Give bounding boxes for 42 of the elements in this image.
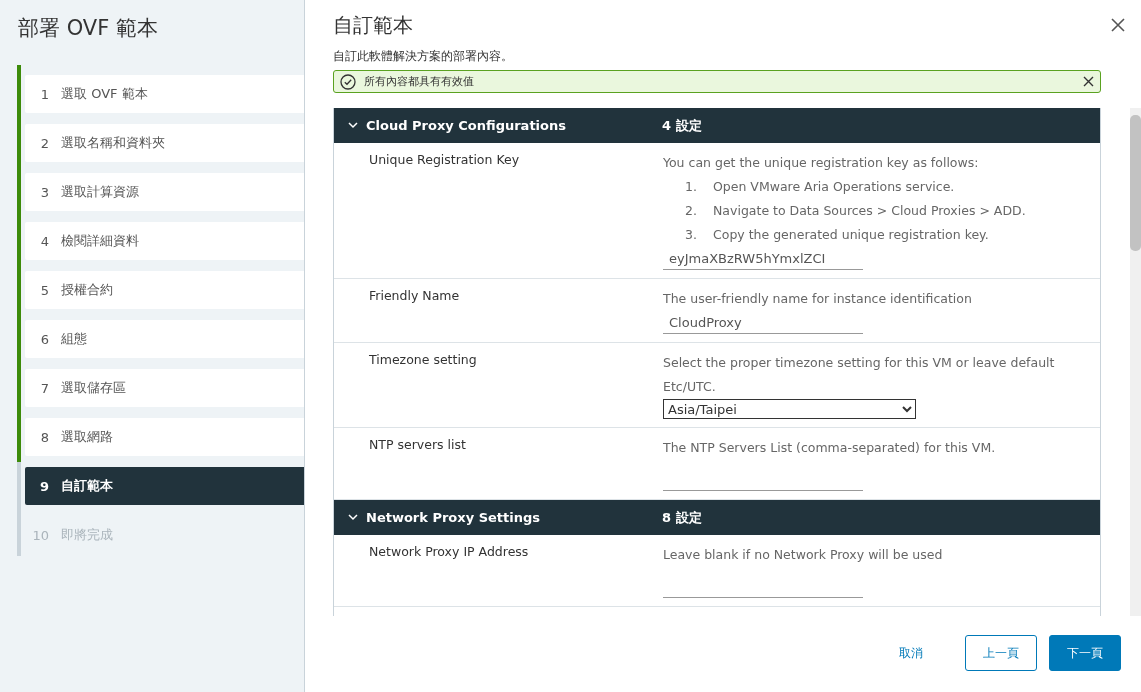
property-description: Select the proper timezone setting for this VM or leave default Etc/UTC.	[663, 354, 1056, 396]
cancel-button[interactable]: 取消	[889, 635, 933, 671]
dropdown-field[interactable]: Asia/Taipei	[663, 399, 916, 419]
instruction-step: 2. Navigate to Data Sources > Cloud Proxies > ADD.	[663, 199, 1083, 223]
wizard-step[interactable]: 8 選取網路	[25, 418, 304, 456]
back-button[interactable]: 上一頁	[965, 635, 1037, 671]
instruction-step: 3. Copy the generated unique registration key.	[663, 223, 1083, 247]
property-description: Leave blank if no Network Proxy will be used	[663, 546, 944, 564]
chevron-icon	[348, 122, 358, 129]
wizard-step[interactable]: 1 選取 OVF 範本	[25, 75, 304, 113]
close-icon[interactable]	[1111, 18, 1125, 32]
scrollbar-thumb[interactable]	[1130, 115, 1141, 251]
property-label: Friendly Name	[368, 287, 461, 305]
property-label: NTP servers list	[368, 436, 467, 454]
alert-text: 所有內容都具有有效值	[364, 74, 474, 89]
next-button[interactable]: 下一頁	[1049, 635, 1121, 671]
section-header[interactable]: Network Proxy Settings 8 設定	[334, 500, 1100, 535]
page-title: 自訂範本	[333, 11, 413, 39]
wizard-title: 部署 OVF 範本	[17, 15, 159, 42]
section-header[interactable]: Cloud Proxy Configurations 4 設定	[334, 108, 1100, 143]
wizard-step[interactable]: 4 檢閱詳細資料	[25, 222, 304, 260]
property-description: The NTP Servers List (comma-separated) for this VM.	[663, 439, 997, 457]
property-description: You can get the unique registration key as follows:	[663, 154, 980, 172]
property-description: The user-friendly name for instance identification	[663, 290, 973, 308]
page-subtitle: 自訂此軟體解決方案的部署內容。	[333, 48, 514, 65]
wizard-step[interactable]: 5 授權合約	[25, 271, 304, 309]
wizard-step[interactable]: 9 自訂範本	[25, 467, 304, 505]
instruction-step: 1. Open VMware Aria Operations service.	[663, 175, 1083, 199]
settings-count: 4 設定	[662, 116, 702, 135]
check-circle-icon	[340, 73, 356, 90]
property-label: Network Proxy IP Address	[368, 543, 530, 561]
wizard-step[interactable]: 7 選取儲存區	[25, 369, 304, 407]
close-icon[interactable]	[1083, 76, 1094, 87]
settings-count: 8 設定	[662, 508, 702, 527]
chevron-icon	[348, 514, 358, 521]
text-field[interactable]: eyJmaXBzRW5hYmxlZCI	[663, 247, 863, 270]
property-label: Unique Registration Key	[368, 151, 521, 169]
wizard-step[interactable]: 3 選取計算資源	[25, 173, 304, 211]
wizard-step[interactable]: 2 選取名稱和資料夾	[25, 124, 304, 162]
property-label: Timezone setting	[368, 351, 478, 369]
wizard-step[interactable]: 6 組態	[25, 320, 304, 358]
text-field[interactable]: CloudProxy	[663, 311, 863, 334]
